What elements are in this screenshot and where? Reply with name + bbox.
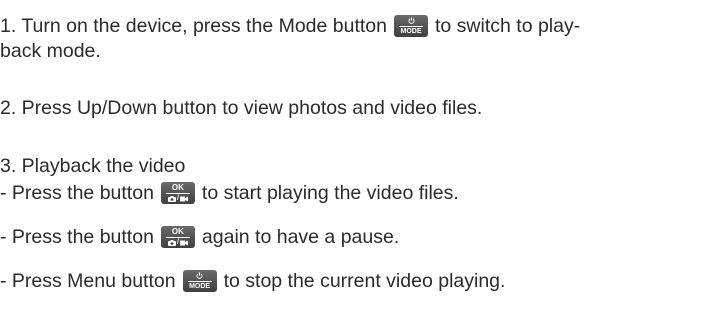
step2-line: 2. Press Up/Down button to view photos a… [0,96,482,120]
ok-label: OK [171,227,184,236]
step3-heading-text: 3. Playback the video [0,155,186,177]
camera-video-icon: / [167,195,188,203]
step3-bullet3: - Press Menu button MODE to stop the cur… [0,269,505,293]
mode-button-icon: MODE [182,270,217,292]
power-icon [196,271,203,280]
step1-text-cont: back mode. [0,40,101,62]
mode-button-label: MODE [400,28,422,35]
step3-heading: 3. Playback the video [0,154,185,178]
bullet1-text-after: to start playing the video files. [201,182,459,204]
instruction-page: 1. Turn on the device, press the Mode bu… [0,0,726,315]
camera-video-icon: / [167,239,188,247]
step3-bullet2: - Press the button OK / again to have a … [0,225,399,249]
bullet1-text-before: - Press the button [0,182,154,204]
step3-bullet1: - Press the button OK / to start playing… [0,181,459,205]
step2-text: 2. Press Up/Down button to view photos a… [0,97,483,119]
power-icon [408,16,415,25]
step1-line1: 1. Turn on the device, press the Mode bu… [0,14,580,38]
ok-label: OK [171,183,184,192]
bullet2-text-before: - Press the button [0,226,154,248]
button-divider [399,26,423,27]
button-divider [187,281,212,282]
step1-text-after: to switch to play- [435,15,581,37]
bullet3-text-after: to stop the current video playing. [223,270,506,292]
bullet3-text-before: - Press Menu button [0,270,176,292]
ok-button-icon: OK / [160,182,195,204]
ok-button-icon: OK / [160,226,195,248]
button-divider [165,237,190,238]
mode-button-icon: MODE [394,15,428,37]
mode-button-label: MODE [189,283,211,290]
bullet2-text-after: again to have a pause. [201,226,400,248]
step1-line2: back mode. [0,39,101,63]
step1-text-before: 1. Turn on the device, press the Mode bu… [0,15,387,37]
button-divider [165,193,190,194]
